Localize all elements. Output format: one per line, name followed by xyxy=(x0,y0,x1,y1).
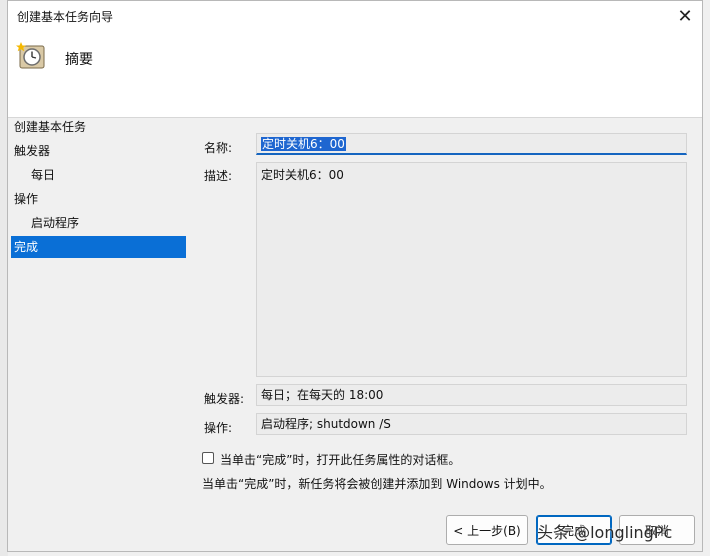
header-banner: 摘要 xyxy=(8,31,702,118)
close-button[interactable]: ✕ xyxy=(668,1,702,31)
page-title: 摘要 xyxy=(65,52,93,68)
window-title: 创建基本任务向导 xyxy=(17,9,114,24)
open-properties-checkbox-label[interactable]: 当单击“完成”时，打开此任务属性的对话框。 xyxy=(220,451,460,468)
nav-step-start-program[interactable]: 启动程序 xyxy=(11,212,186,234)
trigger-label: 触发器: xyxy=(204,392,245,406)
watermark: 头条 @longlingPc xyxy=(537,523,673,542)
finish-info-text: 当单击“完成”时，新任务将会被创建并添加到 Windows 计划中。 xyxy=(202,477,552,491)
name-field[interactable]: 定时关机6：00 xyxy=(256,133,687,155)
description-value: 定时关机6：00 xyxy=(261,168,344,182)
nav-step-create-basic-task[interactable]: 创建基本任务 xyxy=(11,116,186,138)
nav-step-daily[interactable]: 每日 xyxy=(11,164,186,186)
name-label: 名称: xyxy=(204,141,233,155)
nav-step-trigger[interactable]: 触发器 xyxy=(11,140,186,162)
nav-step-finish[interactable]: 完成 xyxy=(11,236,186,258)
trigger-value: 每日；在每天的 18:00 xyxy=(261,388,384,402)
trigger-field: 每日；在每天的 18:00 xyxy=(256,384,687,406)
description-label: 描述: xyxy=(204,169,233,183)
title-bar: 创建基本任务向导 ✕ xyxy=(8,1,702,31)
action-label: 操作: xyxy=(204,421,233,435)
open-properties-checkbox[interactable] xyxy=(202,452,214,464)
description-textarea[interactable]: 定时关机6：00 xyxy=(256,162,687,377)
back-button[interactable]: < 上一步(B) xyxy=(446,515,528,545)
create-basic-task-wizard: 创建基本任务向导 ✕ 摘要 创建基本任务 触发器 每日 操作 启动程序 完成 名… xyxy=(7,0,703,552)
action-field: 启动程序; shutdown /S xyxy=(256,413,687,435)
action-value: 启动程序; shutdown /S xyxy=(261,417,391,431)
name-value: 定时关机6：00 xyxy=(261,137,346,151)
close-icon: ✕ xyxy=(677,5,693,27)
clock-schedule-icon xyxy=(16,42,45,69)
nav-step-action[interactable]: 操作 xyxy=(11,188,186,210)
wizard-steps-nav: 创建基本任务 触发器 每日 操作 启动程序 完成 xyxy=(8,118,188,518)
